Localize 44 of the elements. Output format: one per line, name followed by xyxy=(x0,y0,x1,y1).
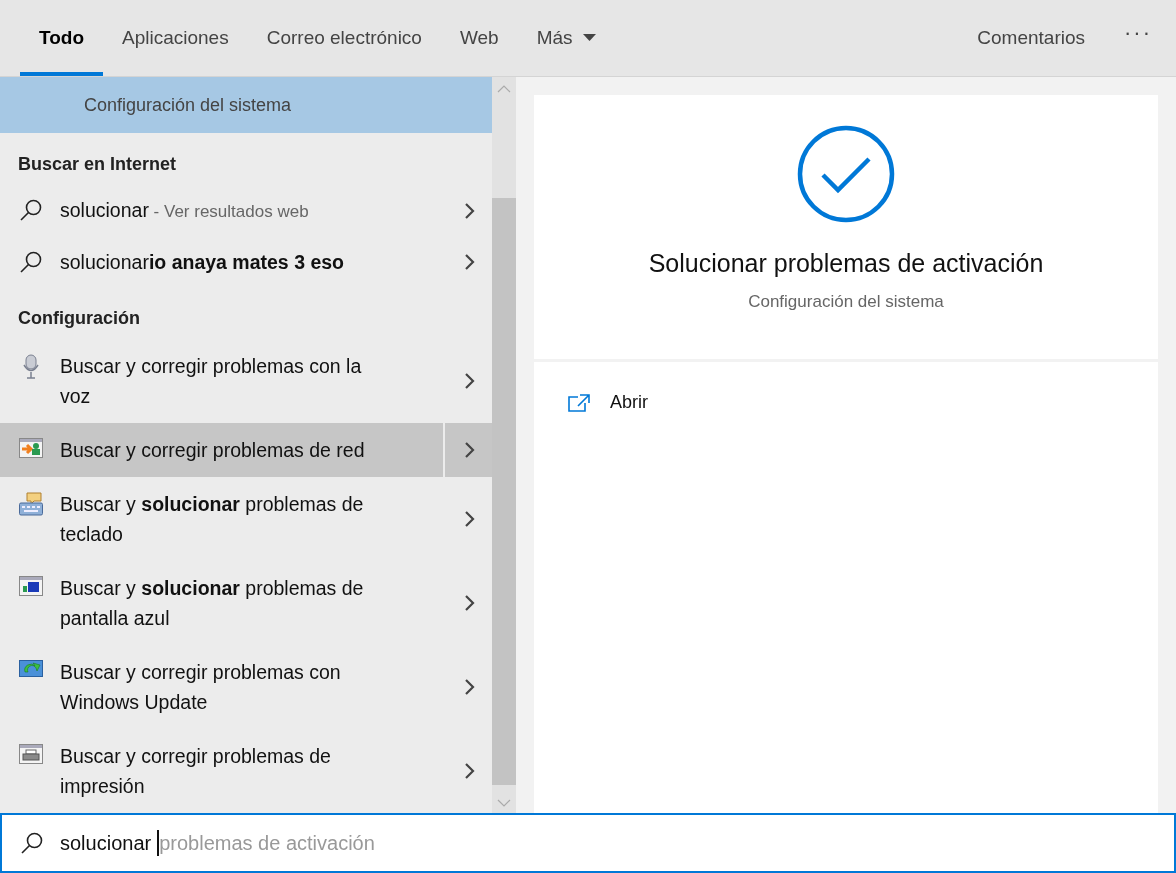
preview-title: Solucionar problemas de activación xyxy=(648,249,1044,278)
window-icon xyxy=(19,576,43,596)
details-button[interactable] xyxy=(445,423,492,477)
network-icon xyxy=(19,438,43,458)
chevron-icon xyxy=(462,253,475,271)
more-options-button[interactable]: ··· xyxy=(1104,0,1154,76)
scrollbar-thumb[interactable] xyxy=(492,198,516,785)
chevron-icon xyxy=(462,594,475,612)
chevron-icon xyxy=(462,441,475,459)
tab[interactable]: Correo electrónico xyxy=(247,0,441,76)
chevron-icon xyxy=(462,510,475,528)
chevron-icon xyxy=(462,762,475,780)
tab[interactable]: Más xyxy=(517,0,615,76)
open-action[interactable]: Abrir xyxy=(568,392,648,413)
feedback-link[interactable]: Comentarios xyxy=(958,0,1104,76)
settings-result[interactable]: Buscar y corregir problemas de impresión xyxy=(0,729,443,813)
result-item[interactable]: Configuración del sistema xyxy=(0,77,492,133)
scroll-down-icon[interactable] xyxy=(497,799,511,807)
settings-result[interactable]: Buscar y solucionar problemas de teclado xyxy=(0,477,443,561)
keyboard-icon xyxy=(19,492,43,516)
search-field[interactable]: solucionar problemas de activación xyxy=(0,813,1176,873)
search-icon xyxy=(20,831,44,855)
web-search-suggestion[interactable]: solucionario anaya mates 3 eso xyxy=(0,237,443,287)
settings-result[interactable]: Buscar y solucionar problemas de pantalla azul xyxy=(0,561,443,645)
scroll-up-icon[interactable] xyxy=(497,85,511,93)
checkmark-circle-icon xyxy=(797,125,895,223)
search-icon xyxy=(19,250,43,274)
settings-result[interactable]: Buscar y corregir problemas de red xyxy=(0,423,443,477)
update-icon xyxy=(19,660,43,680)
tab[interactable]: Aplicaciones xyxy=(103,0,248,76)
section-header: Buscar en Internet xyxy=(17,153,178,176)
settings-result[interactable]: Buscar y corregir problemas con Windows Update xyxy=(0,645,443,729)
search-icon xyxy=(19,198,43,222)
preview-subtitle: Configuración del sistema xyxy=(748,292,944,312)
tab[interactable]: Web xyxy=(440,0,518,76)
open-external-icon xyxy=(568,393,590,412)
chevron-icon xyxy=(462,678,475,696)
caret-icon xyxy=(582,34,596,42)
web-search-suggestion[interactable]: solucionar - Ver resultados web xyxy=(0,185,443,237)
section-header: Configuración xyxy=(17,307,141,330)
settings-result[interactable]: Buscar y corregir problemas con la voz xyxy=(0,339,443,423)
printer-icon xyxy=(19,744,43,764)
chevron-icon xyxy=(462,202,475,220)
chevron-icon xyxy=(462,372,475,390)
